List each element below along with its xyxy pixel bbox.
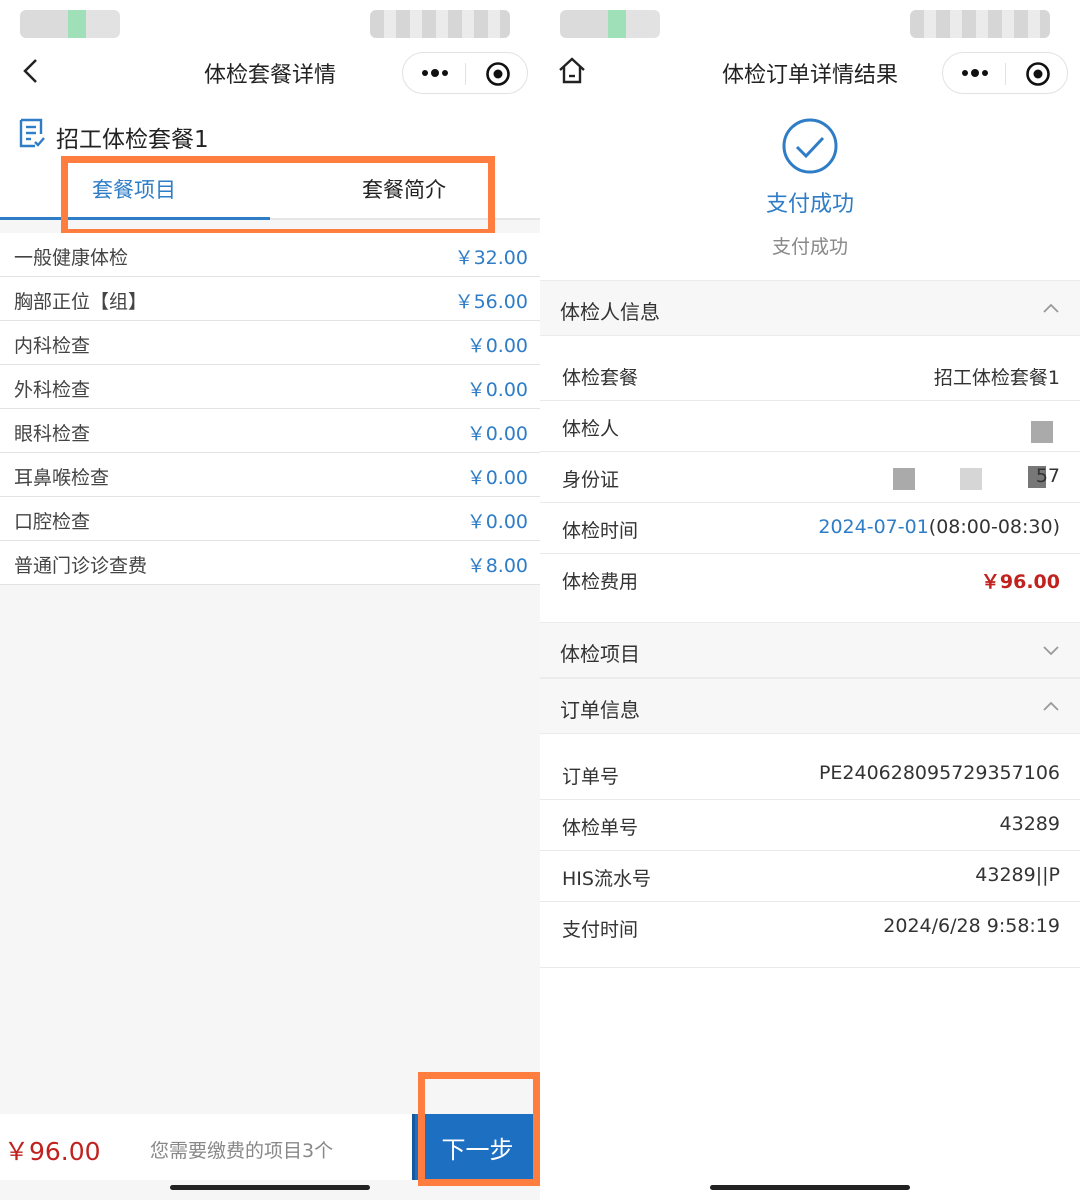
row-pay-time: 支付时间 2024/6/28 9:58:19 <box>540 902 1080 968</box>
nav-bar: 体检套餐详情 <box>0 45 540 100</box>
redacted-name <box>1031 421 1053 443</box>
item-price: ￥0.00 <box>466 335 528 357</box>
row-label: 身份证 <box>562 469 620 491</box>
item-price: ￥56.00 <box>454 291 528 313</box>
list-item: 口腔检查 ￥0.00 <box>0 497 540 541</box>
mini-program-capsule <box>402 52 528 94</box>
row-exam-fee: 体检费用 ￥96.00 <box>540 554 1080 605</box>
row-exam-number: 体检单号 43289 <box>540 800 1080 851</box>
redacted-id-part <box>893 468 915 490</box>
payment-success-panel: 支付成功 支付成功 <box>540 100 1080 280</box>
list-item: 一般健康体检 ￥32.00 <box>0 233 540 277</box>
list-item: 胸部正位【组】 ￥56.00 <box>0 277 540 321</box>
row-label: 体检单号 <box>562 817 639 839</box>
package-header: 招工体检套餐1 <box>0 100 540 162</box>
more-dots-icon[interactable] <box>421 67 449 79</box>
item-name: 口腔检查 <box>14 511 91 533</box>
more-dots-icon[interactable] <box>961 67 989 79</box>
next-button-highlight-box <box>418 1072 540 1186</box>
document-list-icon <box>19 118 45 148</box>
row-label: 体检套餐 <box>562 367 639 389</box>
exam-time-range: (08:00-08:30) <box>928 516 1060 538</box>
list-item: 内科检查 ￥0.00 <box>0 321 540 365</box>
list-item: 外科检查 ￥0.00 <box>0 365 540 409</box>
row-value: PE240628095729357106 <box>818 762 1060 784</box>
row-person: 体检人 <box>540 401 1080 452</box>
row-value: 招工体检套餐1 <box>933 367 1060 389</box>
item-name: 眼科检查 <box>14 423 91 445</box>
row-label: 支付时间 <box>562 919 639 941</box>
item-price: ￥0.00 <box>466 511 528 533</box>
status-bar-blurred-right <box>910 10 1050 38</box>
check-circle-icon <box>782 118 838 174</box>
section-person-info[interactable]: 体检人信息 <box>540 280 1080 336</box>
status-bar-blurred-left <box>560 10 660 38</box>
row-value: 2024/6/28 9:58:19 <box>883 915 1060 937</box>
package-name: 招工体检套餐1 <box>56 127 209 153</box>
total-price: ￥96.00 <box>4 1137 101 1166</box>
item-name: 外科检查 <box>14 379 91 401</box>
item-name: 耳鼻喉检查 <box>14 467 110 489</box>
person-info-rows: 体检套餐 招工体检套餐1 体检人 身份证 57 体检时间 2024-07-01(… <box>540 350 1080 605</box>
list-item: 眼科检查 ￥0.00 <box>0 409 540 453</box>
success-subtitle: 支付成功 <box>771 236 848 258</box>
order-result-screen: 体检订单详情结果 支付成功 支付成功 体检人信息 体检套餐 招工体检套餐1 体检… <box>540 0 1080 1200</box>
row-label: 体检人 <box>562 418 620 440</box>
item-price: ￥0.00 <box>466 423 528 445</box>
row-label: 体检时间 <box>562 520 639 542</box>
row-label: HIS流水号 <box>562 868 651 890</box>
list-item: 耳鼻喉检查 ￥0.00 <box>0 453 540 497</box>
row-value: 2024-07-01(08:00-08:30) <box>818 516 1060 538</box>
close-target-icon[interactable] <box>1025 61 1051 87</box>
success-title: 支付成功 <box>765 192 854 217</box>
chevron-down-icon[interactable] <box>1042 643 1060 657</box>
mini-program-capsule <box>942 52 1068 94</box>
section-title: 体检项目 <box>560 642 640 666</box>
chevron-up-icon[interactable] <box>1042 301 1060 315</box>
redacted-id-part <box>960 468 982 490</box>
row-order-number: 订单号 PE240628095729357106 <box>540 749 1080 800</box>
payment-hint: 您需要缴费的项目3个 <box>150 1140 334 1162</box>
section-order-info[interactable]: 订单信息 <box>540 678 1080 734</box>
close-target-icon[interactable] <box>485 61 511 87</box>
row-value: ￥96.00 <box>980 571 1060 593</box>
exam-date: 2024-07-01 <box>818 516 929 538</box>
row-value: 57 <box>1035 465 1060 487</box>
home-indicator[interactable] <box>710 1185 910 1190</box>
section-exam-items[interactable]: 体检项目 <box>540 622 1080 678</box>
item-name: 胸部正位【组】 <box>14 291 148 313</box>
item-price: ￥32.00 <box>454 247 528 269</box>
section-title: 订单信息 <box>560 698 640 722</box>
row-label: 订单号 <box>562 766 620 788</box>
item-name: 一般健康体检 <box>14 247 129 269</box>
nav-bar: 体检订单详情结果 <box>540 45 1080 100</box>
row-label: 体检费用 <box>562 571 639 593</box>
tabs-highlight-box <box>61 156 495 236</box>
section-title: 体检人信息 <box>560 300 660 324</box>
item-name: 普通门诊诊查费 <box>14 555 148 577</box>
package-item-list: 一般健康体检 ￥32.00 胸部正位【组】 ￥56.00 内科检查 ￥0.00 外科检… <box>0 233 540 585</box>
row-his-serial: HIS流水号 43289||P <box>540 851 1080 902</box>
chevron-up-icon[interactable] <box>1042 699 1060 713</box>
status-bar-blurred-left <box>20 10 120 38</box>
item-price: ￥0.00 <box>466 379 528 401</box>
row-package: 体检套餐 招工体检套餐1 <box>540 350 1080 401</box>
row-id-card: 身份证 57 <box>540 452 1080 503</box>
row-exam-time: 体检时间 2024-07-01(08:00-08:30) <box>540 503 1080 554</box>
item-name: 内科检查 <box>14 335 91 357</box>
package-detail-screen: 体检套餐详情 招工体检套餐1 套餐项目 套餐简介 一般健康体检 ￥32.00 胸… <box>0 0 540 1200</box>
home-indicator[interactable] <box>170 1185 370 1190</box>
item-price: ￥8.00 <box>466 555 528 577</box>
status-bar <box>0 0 540 45</box>
status-bar <box>540 0 1080 45</box>
status-bar-blurred-right <box>370 10 510 38</box>
row-value: 43289 <box>999 813 1060 835</box>
item-price: ￥0.00 <box>466 467 528 489</box>
row-value: 43289||P <box>975 864 1060 886</box>
list-item: 普通门诊诊查费 ￥8.00 <box>0 541 540 585</box>
order-info-rows: 订单号 PE240628095729357106 体检单号 43289 HIS流… <box>540 749 1080 968</box>
